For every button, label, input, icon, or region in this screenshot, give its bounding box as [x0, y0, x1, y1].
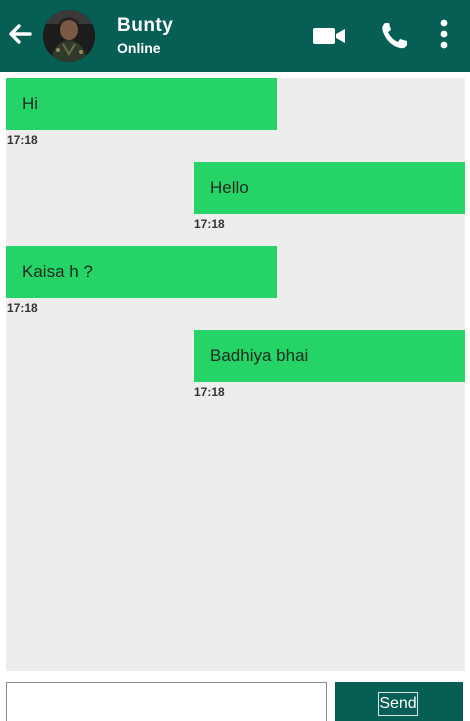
- more-options-button[interactable]: [436, 18, 452, 52]
- avatar[interactable]: [43, 10, 95, 62]
- message-input[interactable]: [6, 682, 327, 721]
- phone-icon: [382, 23, 407, 49]
- message-time: 17:18: [7, 133, 38, 147]
- contact-status: Online: [117, 40, 161, 56]
- more-vertical-icon: [440, 19, 448, 49]
- message-bubble-incoming[interactable]: Kaisa h ?: [6, 246, 277, 298]
- message-bubble-outgoing[interactable]: Hello: [194, 162, 465, 214]
- message-bubble-outgoing[interactable]: Badhiya bhai: [194, 330, 465, 382]
- contact-name[interactable]: Bunty: [117, 15, 173, 37]
- send-button[interactable]: Send: [378, 692, 418, 716]
- arrow-left-icon: [9, 24, 32, 44]
- message-time: 17:18: [194, 385, 225, 399]
- message-time: 17:18: [7, 301, 38, 315]
- profile-photo-image: [43, 10, 95, 62]
- back-button[interactable]: [6, 20, 34, 48]
- message-bubble-incoming[interactable]: Hi: [6, 78, 277, 130]
- send-button-area[interactable]: Send: [335, 682, 463, 721]
- video-camera-icon: [313, 28, 345, 44]
- message-list[interactable]: Hi 17:18 Hello 17:18 Kaisa h ? 17:18 Bad…: [6, 78, 465, 671]
- message-time: 17:18: [194, 217, 225, 231]
- voice-call-button[interactable]: [378, 20, 410, 52]
- chat-header: Bunty Online: [0, 0, 470, 72]
- video-call-button[interactable]: [312, 24, 348, 48]
